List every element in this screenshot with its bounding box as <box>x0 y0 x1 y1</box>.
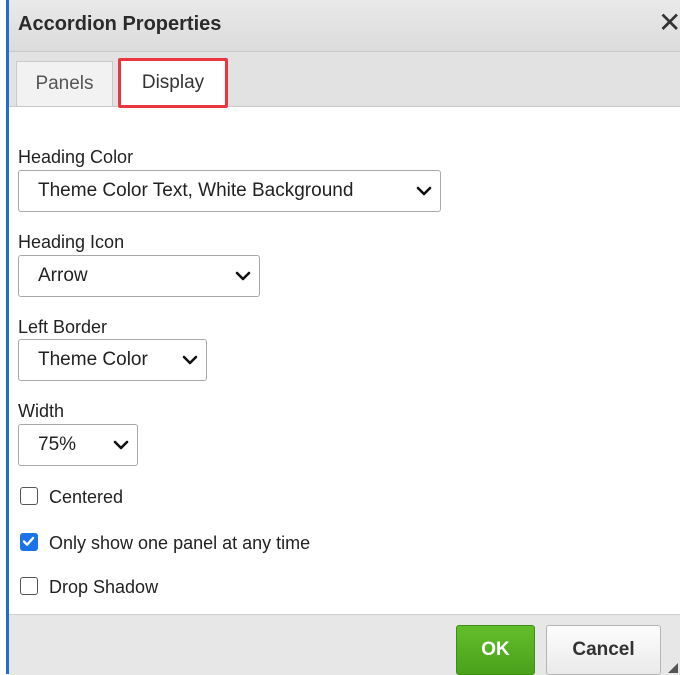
tab-panels[interactable]: Panels <box>16 61 113 106</box>
width-label: Width <box>18 401 65 421</box>
tab-display[interactable]: Display <box>118 58 228 108</box>
one-panel-checkbox[interactable] <box>20 533 38 551</box>
drop-shadow-checkbox[interactable] <box>20 577 38 595</box>
cancel-button[interactable]: Cancel <box>546 625 661 675</box>
dialog-footer: OK Cancel <box>9 614 680 675</box>
heading-icon-label: Heading Icon <box>18 232 125 252</box>
resize-grip-icon[interactable] <box>668 663 678 673</box>
ok-button[interactable]: OK <box>456 625 535 675</box>
heading-icon-select[interactable]: Arrow <box>18 255 260 297</box>
chevron-down-icon <box>235 271 251 281</box>
accordion-properties-dialog: Accordion Properties ✕ Panels Display He… <box>9 0 680 675</box>
heading-color-label: Heading Color <box>18 147 134 167</box>
left-border-label: Left Border <box>18 317 108 337</box>
dialog-titlebar[interactable]: Accordion Properties ✕ <box>9 0 680 52</box>
heading-icon-value: Arrow <box>38 265 88 286</box>
width-select[interactable]: 75% <box>18 424 138 466</box>
centered-checkbox[interactable] <box>20 487 38 505</box>
chevron-down-icon <box>113 440 129 450</box>
page-edge <box>0 0 9 674</box>
left-border-select[interactable]: Theme Color <box>18 339 207 381</box>
close-icon[interactable]: ✕ <box>658 6 680 40</box>
one-panel-label: Only show one panel at any time <box>49 533 311 553</box>
left-border-value: Theme Color <box>38 349 148 370</box>
dialog-title: Accordion Properties <box>18 13 222 35</box>
heading-color-select[interactable]: Theme Color Text, White Background <box>18 170 441 212</box>
width-value: 75% <box>38 434 77 455</box>
tab-strip: Panels Display <box>9 52 680 108</box>
centered-label: Centered <box>49 487 124 507</box>
drop-shadow-label: Drop Shadow <box>49 577 159 597</box>
heading-color-value: Theme Color Text, White Background <box>38 180 354 201</box>
check-icon <box>22 536 35 546</box>
chevron-down-icon <box>182 355 198 365</box>
chevron-down-icon <box>416 186 432 196</box>
